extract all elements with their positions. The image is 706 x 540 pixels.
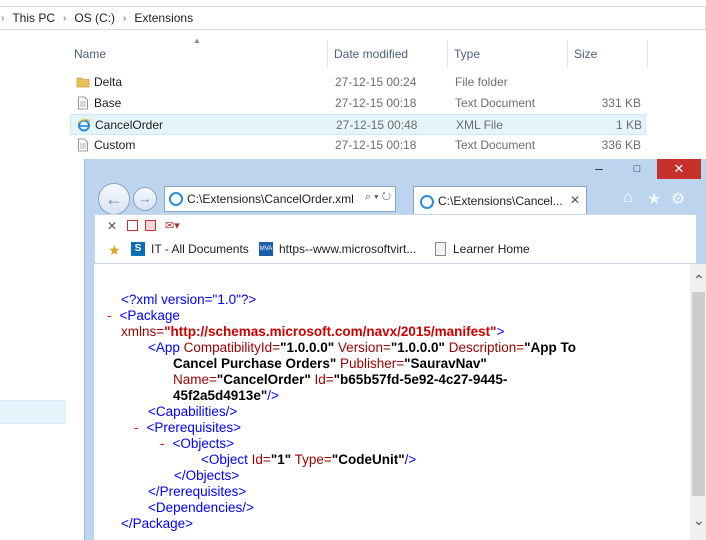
minimize-button[interactable]: – xyxy=(581,159,617,179)
file-size: 336 KB xyxy=(601,138,641,152)
favorites-star-icon[interactable]: ★ xyxy=(108,242,121,259)
back-arrow-icon: ← xyxy=(105,189,123,209)
navigation-pane-selected-item[interactable] xyxy=(0,400,66,424)
close-x-icon[interactable]: ✕ xyxy=(107,219,117,233)
file-name: Custom xyxy=(94,138,136,152)
text-document-icon xyxy=(78,138,88,152)
back-button[interactable]: ← xyxy=(98,183,130,215)
file-type: Text Document xyxy=(455,138,536,152)
page-icon xyxy=(435,242,446,256)
scroll-down-icon[interactable]: ⌄ xyxy=(693,512,705,529)
folder-icon xyxy=(76,77,90,88)
file-type: XML File xyxy=(456,118,503,132)
breadcrumb-os-c[interactable]: OS (C:) xyxy=(68,11,121,25)
feed-icon[interactable] xyxy=(127,220,138,231)
favorite-microsoftvirt[interactable]: https--www.microsoftvirt... xyxy=(279,242,416,256)
scroll-thumb[interactable] xyxy=(692,292,705,496)
mva-icon: MVA xyxy=(259,242,273,256)
xml-line: <Capabilities/> xyxy=(148,404,238,419)
xml-line: <App CompatibilityId="1.0.0.0" Version="… xyxy=(148,340,576,355)
xml-line: 45f2a5d4913e"/> xyxy=(173,388,279,403)
file-type: Text Document xyxy=(455,96,536,110)
xml-line: </Objects> xyxy=(174,468,240,483)
favorite-it-all-documents[interactable]: IT - All Documents xyxy=(151,242,249,256)
file-date: 27-12-15 00:18 xyxy=(335,138,417,152)
sharepoint-icon: S xyxy=(131,242,145,256)
browser-window: – □ ✕ ← → C:\Extensions\CancelOrder.xml … xyxy=(84,159,706,540)
forward-button[interactable]: → xyxy=(133,187,157,211)
favorites-star-icon[interactable]: ★ xyxy=(647,189,661,209)
collapse-toggle[interactable]: - xyxy=(107,308,112,323)
navigation-pane[interactable] xyxy=(0,36,66,540)
collapse-toggle[interactable]: - xyxy=(134,420,139,435)
forward-arrow-icon: → xyxy=(138,191,152,206)
file-row-base[interactable]: Base 27-12-15 00:18 Text Document 331 KB xyxy=(70,93,646,114)
xml-line: <Object Id="1" Type="CodeUnit"/> xyxy=(201,452,417,467)
command-and-favorites-bar: ✕ ✉▾ ★ S IT - All Documents MVA https--w… xyxy=(94,214,697,264)
column-header-size[interactable]: Size xyxy=(568,40,648,68)
xml-line: - <Prerequisites> xyxy=(134,420,242,435)
xml-line: - <Objects> xyxy=(160,436,235,451)
file-size xyxy=(575,72,641,93)
chevron-right-icon: › xyxy=(123,12,127,24)
explorer-address-bar[interactable]: › This PC › OS (C:) › Extensions xyxy=(0,6,706,30)
file-name: Base xyxy=(94,96,122,110)
xml-line: - <Package xyxy=(107,308,180,323)
column-header-type[interactable]: Type xyxy=(448,40,568,68)
scroll-up-icon[interactable]: ⌃ xyxy=(693,272,705,289)
file-row-delta[interactable]: Delta 27-12-15 00:24 File folder xyxy=(70,72,646,93)
address-bar[interactable]: C:\Extensions\CancelOrder.xml ⌕ ▾ ↻ xyxy=(164,186,396,212)
file-name: CancelOrder xyxy=(95,118,164,132)
xml-line: </Package> xyxy=(121,516,194,531)
explorer-address-area: › This PC › OS (C:) › Extensions xyxy=(0,0,706,36)
tab-close-button[interactable]: ✕ xyxy=(570,193,580,207)
xml-content-area[interactable]: <?xml version="1.0"?> - <Package xmlns="h… xyxy=(94,264,706,540)
ie-file-icon xyxy=(77,119,91,132)
file-row-custom[interactable]: Custom 27-12-15 00:18 Text Document 336 … xyxy=(70,135,646,156)
home-icon[interactable]: ⌂ xyxy=(623,189,633,207)
file-size: 331 KB xyxy=(601,96,641,110)
breadcrumb-this-pc[interactable]: This PC xyxy=(6,11,61,25)
address-text[interactable]: C:\Extensions\CancelOrder.xml xyxy=(187,192,354,206)
maximize-button[interactable]: □ xyxy=(619,159,655,179)
file-date: 27-12-15 00:18 xyxy=(335,96,417,110)
tools-gear-icon[interactable]: ⚙ xyxy=(671,189,685,209)
xml-line: xmlns="http://schemas.microsoft.com/navx… xyxy=(121,324,505,339)
favorite-learner-home[interactable]: Learner Home xyxy=(453,242,530,256)
xml-line: Cancel Purchase Orders" Publisher="Saura… xyxy=(173,356,487,371)
file-date: 27-12-15 00:48 xyxy=(336,118,418,132)
vertical-scrollbar[interactable]: ⌃ ⌄ xyxy=(690,264,706,540)
xml-line: <Dependencies/> xyxy=(148,500,254,515)
ie-page-icon xyxy=(420,195,434,209)
file-name: Delta xyxy=(94,75,123,89)
xml-line: Name="CancelOrder" Id="b65b57fd-5e92-4c2… xyxy=(173,372,508,387)
xml-line: <?xml version="1.0"?> xyxy=(121,292,257,307)
file-size: 1 KB xyxy=(615,118,642,132)
file-row-cancelorder[interactable]: CancelOrder 27-12-15 00:48 XML File 1 KB xyxy=(70,114,646,135)
chevron-right-icon: › xyxy=(63,12,67,24)
file-date: 27-12-15 00:24 xyxy=(335,75,417,89)
text-document-icon xyxy=(78,96,88,110)
close-button[interactable]: ✕ xyxy=(657,159,701,179)
tab-cancelorder[interactable]: C:\Extensions\Cancel... ✕ xyxy=(413,186,587,216)
column-header-date-modified[interactable]: Date modified xyxy=(328,40,448,68)
email-icon[interactable]: ✉▾ xyxy=(165,219,180,232)
search-refresh-controls[interactable]: ⌕ ▾ ↻ xyxy=(365,191,391,204)
safety-icon[interactable] xyxy=(145,220,156,231)
file-type: File folder xyxy=(455,75,508,89)
tab-title: C:\Extensions\Cancel... xyxy=(438,194,563,208)
xml-line: </Prerequisites> xyxy=(148,484,247,499)
ie-page-icon xyxy=(169,192,183,206)
collapse-toggle[interactable]: - xyxy=(160,436,165,451)
breadcrumb-extensions[interactable]: Extensions xyxy=(128,11,199,25)
column-header-name[interactable]: Name xyxy=(68,40,328,68)
